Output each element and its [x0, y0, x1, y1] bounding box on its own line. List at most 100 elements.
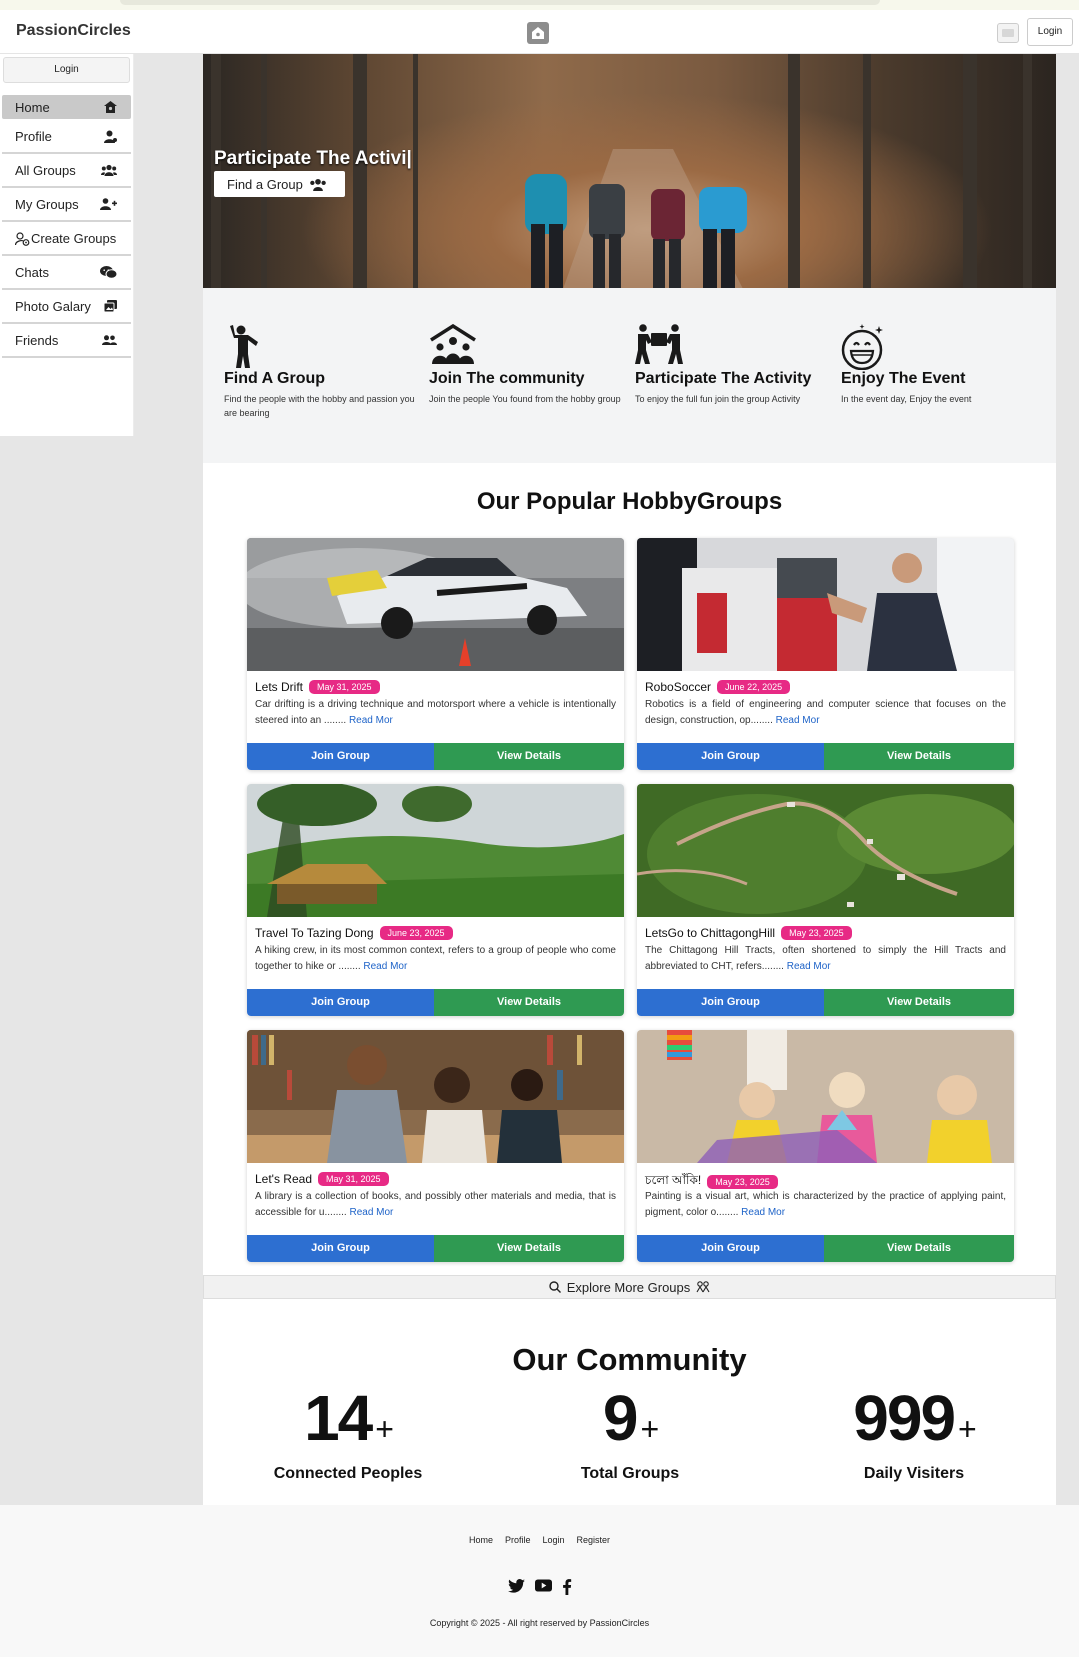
join-group-button[interactable]: Join Group	[637, 989, 824, 1016]
footer-link-profile[interactable]: Profile	[505, 1535, 531, 1545]
group-date-badge: May 23, 2025	[707, 1175, 778, 1189]
community-title: Our Community	[512, 1342, 747, 1377]
group-actions: Join Group View Details	[247, 989, 624, 1016]
hero-heading: Participate The Activi|	[214, 148, 412, 169]
group-description: A hiking crew, in its most common contex…	[255, 943, 616, 975]
users-icon	[101, 164, 117, 176]
view-details-button[interactable]: View Details	[434, 989, 624, 1016]
sidebar-item-label: All Groups	[15, 162, 76, 178]
group-actions: Join Group View Details	[247, 743, 624, 770]
group-date-badge: June 23, 2025	[379, 926, 453, 940]
features-section: Find A Group Find the people with the ho…	[203, 288, 1056, 463]
browser-top-strip	[0, 0, 1079, 10]
group-description: The Chittagong Hill Tracts, often shorte…	[645, 943, 1006, 975]
sidebar-item-friends[interactable]: Friends	[2, 324, 131, 358]
sidebar-item-label: Chats	[15, 264, 49, 280]
group-name[interactable]: Let's Read	[255, 1172, 312, 1186]
join-group-button[interactable]: Join Group	[637, 1235, 824, 1262]
group-card-robosoccer: RoboSoccer June 22, 2025 Robotics is a f…	[637, 538, 1014, 770]
sidebar-login-button[interactable]: Login	[3, 57, 130, 83]
user-icon	[104, 130, 117, 143]
copyright: Copyright © 2025 - All right reserved by…	[429, 1618, 650, 1628]
sidebar-item-create-groups[interactable]: Create Groups	[2, 222, 131, 256]
explore-more-groups-button[interactable]: Explore More Groups	[203, 1275, 1056, 1299]
hero-tree	[353, 54, 367, 288]
group-image-library-students	[247, 1030, 624, 1163]
sidebar-item-label: Friends	[15, 332, 59, 348]
footer-link-home[interactable]: Home	[469, 1535, 493, 1545]
join-group-button[interactable]: Join Group	[637, 743, 824, 770]
sidebar-item-my-groups[interactable]: My Groups	[2, 188, 131, 222]
group-card-lets-drift: Lets Drift May 31, 2025 Car drifting is …	[247, 538, 624, 770]
group-name[interactable]: Travel To Tazing Dong	[255, 926, 374, 940]
group-header: Let's Read May 31, 2025	[255, 1172, 389, 1186]
group-image-hills-hut	[247, 784, 624, 917]
group-card-travel-tazing-dong: Travel To Tazing Dong June 23, 2025 A hi…	[247, 784, 624, 1016]
people-carry-box-icon	[635, 324, 683, 364]
sidebar-item-label: Profile	[15, 128, 52, 144]
feature-title: Enjoy The Event	[841, 370, 966, 387]
group-description-text: A hiking crew, in its most common contex…	[255, 945, 616, 972]
read-more-link[interactable]: Read Mor	[741, 1207, 785, 1218]
join-group-button[interactable]: Join Group	[247, 743, 434, 770]
card-icon[interactable]	[997, 23, 1019, 43]
read-more-link[interactable]: Read Mor	[363, 961, 407, 972]
footer-link-register[interactable]: Register	[577, 1535, 611, 1545]
group-description: A library is a collection of books, and …	[255, 1189, 616, 1221]
browser-address-pill	[120, 0, 880, 5]
stat-suffix: +	[958, 1411, 977, 1447]
sidebar-item-label: Create Groups	[31, 230, 117, 246]
login-button[interactable]: Login	[1027, 18, 1073, 46]
sidebar-item-photo-galary[interactable]: Photo Galary	[2, 290, 131, 324]
footer: Home Profile Login Register Copyright © …	[0, 1505, 1079, 1657]
read-more-link[interactable]: Read Mor	[349, 1207, 393, 1218]
feature-text: To enjoy the full fun join the group Act…	[635, 394, 801, 404]
join-group-button[interactable]: Join Group	[247, 1235, 434, 1262]
group-actions: Join Group View Details	[637, 1235, 1014, 1262]
chat-icon	[100, 265, 117, 279]
view-details-button[interactable]: View Details	[824, 1235, 1014, 1262]
view-details-button[interactable]: View Details	[434, 743, 624, 770]
twitter-icon[interactable]	[507, 1579, 525, 1593]
group-date-badge: May 31, 2025	[309, 680, 380, 694]
view-details-button[interactable]: View Details	[824, 989, 1014, 1016]
stat-label: Total Groups	[580, 1465, 680, 1482]
read-more-link[interactable]: Read Mor	[776, 715, 820, 726]
stat-connected-peoples: 14 + Connected Peoples	[218, 1386, 478, 1483]
sidebar-item-label: My Groups	[15, 196, 79, 212]
sidebar-item-all-groups[interactable]: All Groups	[2, 154, 131, 188]
hero-tree	[963, 54, 977, 288]
group-description-text: Painting is a visual art, which is chara…	[645, 1191, 1006, 1218]
join-group-button[interactable]: Join Group	[247, 989, 434, 1016]
view-details-button[interactable]: View Details	[434, 1235, 624, 1262]
stat-daily-visiters: 999 + Daily Visiters	[784, 1386, 1044, 1483]
footer-social	[0, 1579, 1079, 1595]
read-more-link[interactable]: Read Mor	[349, 715, 393, 726]
explore-more-label: Explore More Groups	[566, 1279, 691, 1295]
view-details-button[interactable]: View Details	[824, 743, 1014, 770]
footer-links: Home Profile Login Register	[0, 1535, 1079, 1545]
feature-text: In the event day, Enjoy the event	[841, 394, 972, 404]
feature-title: Join The community	[429, 370, 585, 387]
footer-link-login[interactable]: Login	[542, 1535, 564, 1545]
hero-tree	[1023, 54, 1032, 288]
feature-participate: Participate The Activity To enjoy the fu…	[635, 324, 830, 406]
youtube-icon[interactable]	[534, 1579, 552, 1592]
group-name[interactable]: RoboSoccer	[645, 680, 711, 694]
group-name[interactable]: Lets Drift	[255, 680, 303, 694]
group-name[interactable]: LetsGo to ChittagongHill	[645, 926, 775, 940]
facebook-icon[interactable]	[562, 1579, 572, 1595]
brand-logo[interactable]: PassionCircles	[16, 22, 131, 40]
sidebar: Login Home Profile All Groups My Groups …	[0, 54, 134, 436]
group-image-drift-car	[247, 538, 624, 671]
hero-tree	[863, 54, 871, 288]
read-more-link[interactable]: Read Mor	[787, 961, 831, 972]
find-group-button[interactable]: Find a Group	[214, 171, 345, 197]
user-plus-icon	[100, 198, 117, 210]
sidebar-item-home[interactable]: Home	[2, 95, 131, 119]
group-image-aerial-hills	[637, 784, 1014, 917]
sidebar-item-chats[interactable]: Chats	[2, 256, 131, 290]
hero-banner: Participate The Activi| Find a Group	[203, 54, 1056, 288]
home-icon[interactable]	[527, 22, 549, 44]
sidebar-item-profile[interactable]: Profile	[2, 120, 131, 154]
